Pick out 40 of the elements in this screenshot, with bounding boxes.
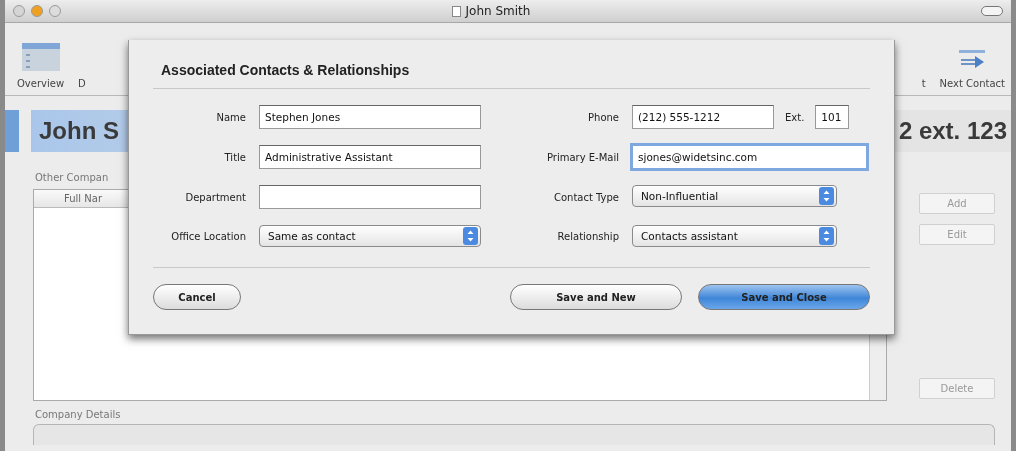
toolbar-label[interactable]: D — [78, 78, 86, 89]
updown-icon — [819, 227, 834, 245]
section-label: Company Details — [35, 409, 122, 420]
contact-phone: 2 ext. 123 — [898, 117, 1007, 145]
text-field[interactable] — [259, 185, 481, 209]
section-label: Other Compan — [35, 172, 110, 183]
window-title: John Smith — [465, 4, 531, 18]
toolbar-button[interactable] — [981, 6, 1003, 16]
toolbar-label[interactable]: Next Contact — [939, 78, 1005, 89]
updown-icon — [819, 187, 834, 205]
toolbar-label[interactable]: Overview — [17, 78, 65, 89]
text-field[interactable]: (212) 555-1212 — [632, 105, 774, 129]
field-label: Name — [215, 111, 246, 123]
field-label: Office Location — [170, 230, 246, 242]
close-icon[interactable] — [13, 5, 25, 17]
field-label: Department — [184, 191, 246, 203]
dialog-button[interactable]: Cancel — [153, 284, 241, 310]
zoom-icon[interactable] — [49, 5, 61, 17]
field-label: Ext. — [785, 111, 805, 123]
field-label: Title — [223, 151, 246, 163]
field-label: Primary E-Mail — [545, 151, 619, 163]
toolbar-label[interactable]: t — [921, 78, 926, 89]
dialog-button[interactable]: Save and Close — [698, 284, 870, 310]
text-field[interactable]: Stephen Jones — [259, 105, 481, 129]
text-field[interactable]: sjones@widetsinc.com — [632, 145, 867, 169]
contact-name: John S — [39, 117, 119, 145]
popup-button[interactable]: Non-Influential — [632, 185, 837, 207]
text-field[interactable]: 101 — [815, 105, 850, 129]
text-field[interactable]: Administrative Assistant — [259, 145, 481, 169]
popup-button[interactable]: Contacts assistant — [632, 225, 837, 247]
popup-button[interactable]: Same as contact — [259, 225, 481, 247]
field-label: Phone — [587, 111, 619, 123]
document-icon — [451, 5, 461, 17]
list-icon — [20, 42, 61, 72]
field-label: Relationship — [556, 230, 619, 242]
dialog-title: Associated Contacts & Relationships — [161, 62, 411, 78]
minimize-icon[interactable] — [31, 5, 43, 17]
dialog-button[interactable]: Save and New — [510, 284, 682, 310]
updown-icon — [463, 227, 478, 245]
field-label: Contact Type — [552, 191, 619, 203]
